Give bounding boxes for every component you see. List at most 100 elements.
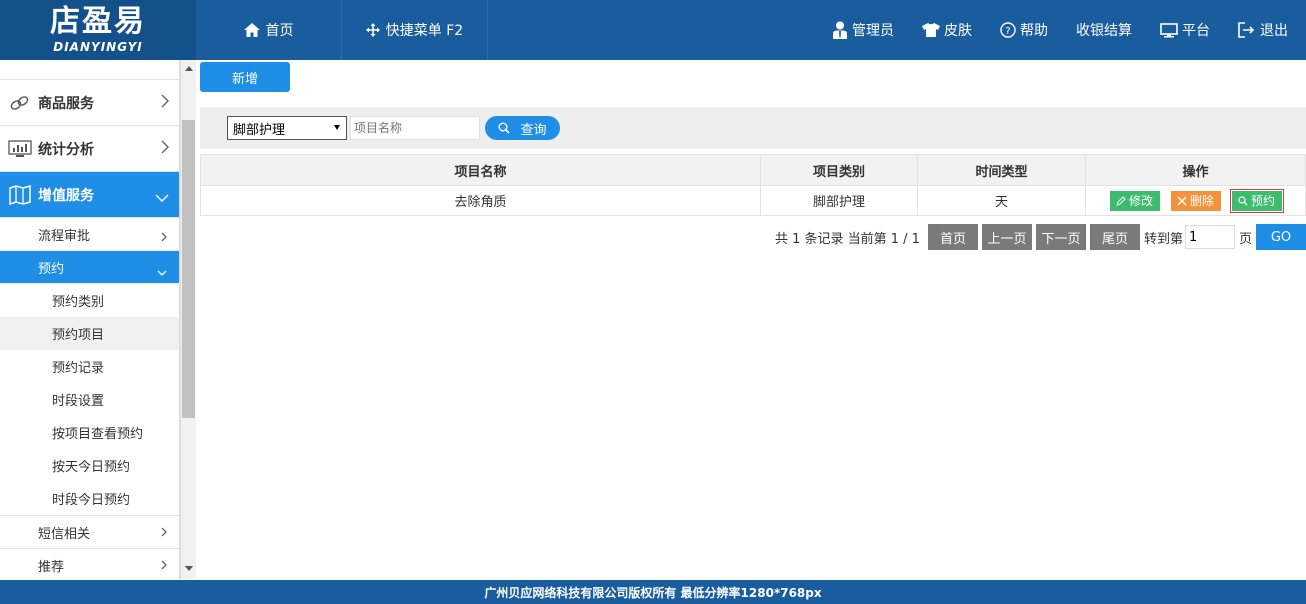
brand-logo[interactable]: 店盈易 DIANYINGYI (0, 0, 196, 60)
col-header-name[interactable]: 项目名称 (200, 154, 761, 186)
nav-help[interactable]: ? 帮助 (1000, 20, 1048, 40)
nav-logout[interactable]: 退出 (1238, 20, 1288, 40)
chevron-right-icon (161, 559, 167, 574)
page-suffix: 页 (1238, 231, 1252, 247)
goto-page-input[interactable] (1184, 225, 1235, 249)
item-name-input[interactable] (350, 116, 480, 140)
sidebar-item-value-added-label: 增值服务 (38, 187, 94, 204)
prev-page-button[interactable]: 上一页 (981, 224, 1032, 250)
query-button-label: 查询 (520, 122, 547, 138)
brand-name: 店盈易 (50, 4, 146, 39)
sidebar-partial-item[interactable] (0, 60, 179, 80)
tshirt-icon (922, 23, 940, 37)
map-icon (8, 184, 32, 205)
edit-button-label: 修改 (1128, 194, 1153, 208)
nav-logout-label: 退出 (1260, 23, 1288, 39)
footer: 广州贝应网络科技有限公司版权所有 最低分辨率1280*768px (0, 580, 1306, 604)
pagination-info: 共 1 条记录 当前第 1 / 1 (774, 231, 920, 247)
top-header: 店盈易 DIANYINGYI 首页 快捷菜单 F2 管理员 皮肤 ? 帮助 收银… (0, 0, 1306, 60)
nav-platform-label: 平台 (1182, 23, 1210, 39)
book-button[interactable]: 预约 (1229, 188, 1284, 213)
search-bar: 脚部护理 查询 (200, 107, 1306, 149)
dropdown-arrow-icon (334, 125, 340, 130)
nav-platform[interactable]: 平台 (1160, 20, 1210, 40)
chevron-right-icon (161, 526, 167, 541)
sidebar-item-value-added[interactable]: 增值服务 (0, 172, 179, 218)
nav-skin[interactable]: 皮肤 (922, 20, 972, 40)
sidebar-sub-flow-label: 流程审批 (38, 228, 91, 244)
chevron-down-icon (155, 190, 169, 206)
goto-label: 转到第 (1143, 231, 1183, 247)
col-header-time-type[interactable]: 时间类型 (917, 154, 1086, 186)
sidebar-sub-recommend-label: 推荐 (38, 559, 65, 575)
table-row[interactable]: 去除角质 脚部护理 天 修改 删除 预约 (200, 185, 1306, 216)
sidebar-sub-booking[interactable]: 预约 (0, 251, 179, 284)
sidebar-booking-items[interactable]: 预约项目 (0, 317, 179, 350)
sidebar-item-goods-label: 商品服务 (38, 95, 94, 112)
pagination: 共 1 条记录 当前第 1 / 1 首页 上一页 下一页 尾页 转到第 页 GO (775, 224, 1306, 250)
pencil-icon (1116, 195, 1126, 206)
cell-actions: 修改 删除 预约 (1085, 185, 1306, 216)
last-page-button[interactable]: 尾页 (1089, 224, 1140, 250)
scrollbar-thumb[interactable] (182, 120, 195, 418)
scroll-down-icon[interactable] (185, 566, 193, 571)
sidebar-sub-sms[interactable]: 短信相关 (0, 515, 179, 548)
sidebar-booking-records[interactable]: 预约记录 (0, 350, 179, 383)
sidebar-booking-today-slot[interactable]: 时段今日预约 (0, 482, 179, 515)
sidebar-item-goods[interactable]: 商品服务 (0, 80, 179, 126)
user-icon (832, 21, 848, 39)
query-button[interactable]: 查询 (485, 116, 560, 140)
monitor-icon (1160, 22, 1178, 38)
top-nav-left: 首页 快捷菜单 F2 (196, 0, 488, 60)
nav-home[interactable]: 首页 (196, 0, 342, 60)
nav-quick-label: 快捷菜单 F2 (385, 23, 464, 39)
sidebar-booking-category[interactable]: 预约类别 (0, 284, 179, 317)
add-button[interactable]: 新增 (200, 62, 290, 92)
sidebar-scrollbar[interactable] (180, 60, 196, 579)
nav-checkout-label: 收银结算 (1076, 23, 1132, 39)
footer-copyright: 广州贝应网络科技有限公司版权所有 最低分辨率1280*768px (484, 585, 822, 600)
sidebar-booking-by-item[interactable]: 按项目查看预约 (0, 416, 179, 449)
col-header-actions: 操作 (1085, 154, 1306, 186)
logout-icon (1238, 22, 1256, 38)
first-page-button[interactable]: 首页 (927, 224, 978, 250)
col-header-category[interactable]: 项目类别 (760, 154, 918, 186)
search-icon (1238, 195, 1248, 206)
delete-button-label: 删除 (1189, 194, 1214, 208)
search-icon (498, 122, 511, 134)
home-icon (243, 23, 260, 37)
nav-checkout[interactable]: 收银结算 (1076, 20, 1132, 40)
nav-admin-label: 管理员 (852, 23, 894, 39)
sidebar-item-stats[interactable]: 统计分析 (0, 126, 179, 172)
book-button-label: 预约 (1250, 194, 1275, 208)
chevron-right-icon (161, 94, 169, 112)
scroll-up-icon[interactable] (185, 66, 193, 71)
sidebar-booking-timeslots[interactable]: 时段设置 (0, 383, 179, 416)
delete-button[interactable]: 删除 (1170, 190, 1221, 211)
sidebar-sub-sms-label: 短信相关 (38, 526, 91, 542)
cell-item-name: 去除角质 (200, 185, 761, 216)
top-nav-right: 管理员 皮肤 ? 帮助 收银结算 平台 退出 (832, 0, 1306, 60)
sidebar-item-stats-label: 统计分析 (38, 141, 94, 158)
sidebar-sub-recommend[interactable]: 推荐 (0, 548, 179, 579)
nav-skin-label: 皮肤 (944, 23, 972, 39)
sidebar-sub-flow[interactable]: 流程审批 (0, 218, 179, 251)
help-icon: ? (1000, 22, 1016, 38)
close-icon (1177, 195, 1187, 206)
link-icon (8, 93, 32, 113)
chevron-right-icon (161, 140, 169, 158)
edit-button[interactable]: 修改 (1109, 190, 1160, 211)
sidebar: 商品服务 统计分析 增值服务 流程审批 预约 预约类别 预约项目 预约记录 时段… (0, 60, 180, 579)
items-table: 项目名称 项目类别 时间类型 操作 去除角质 脚部护理 天 修改 删除 预约 (200, 154, 1306, 216)
cell-time-type: 天 (917, 185, 1086, 216)
nav-home-label: 首页 (265, 23, 294, 39)
sidebar-booking-today-day[interactable]: 按天今日预约 (0, 449, 179, 482)
nav-quick-menu[interactable]: 快捷菜单 F2 (342, 0, 488, 60)
chevron-right-icon (161, 231, 167, 246)
sidebar-sub-booking-label: 预约 (38, 261, 65, 277)
next-page-button[interactable]: 下一页 (1035, 224, 1086, 250)
category-select[interactable]: 脚部护理 (227, 116, 347, 140)
nav-admin[interactable]: 管理员 (832, 20, 894, 40)
category-select-value: 脚部护理 (233, 122, 286, 138)
go-button[interactable]: GO (1256, 224, 1306, 250)
